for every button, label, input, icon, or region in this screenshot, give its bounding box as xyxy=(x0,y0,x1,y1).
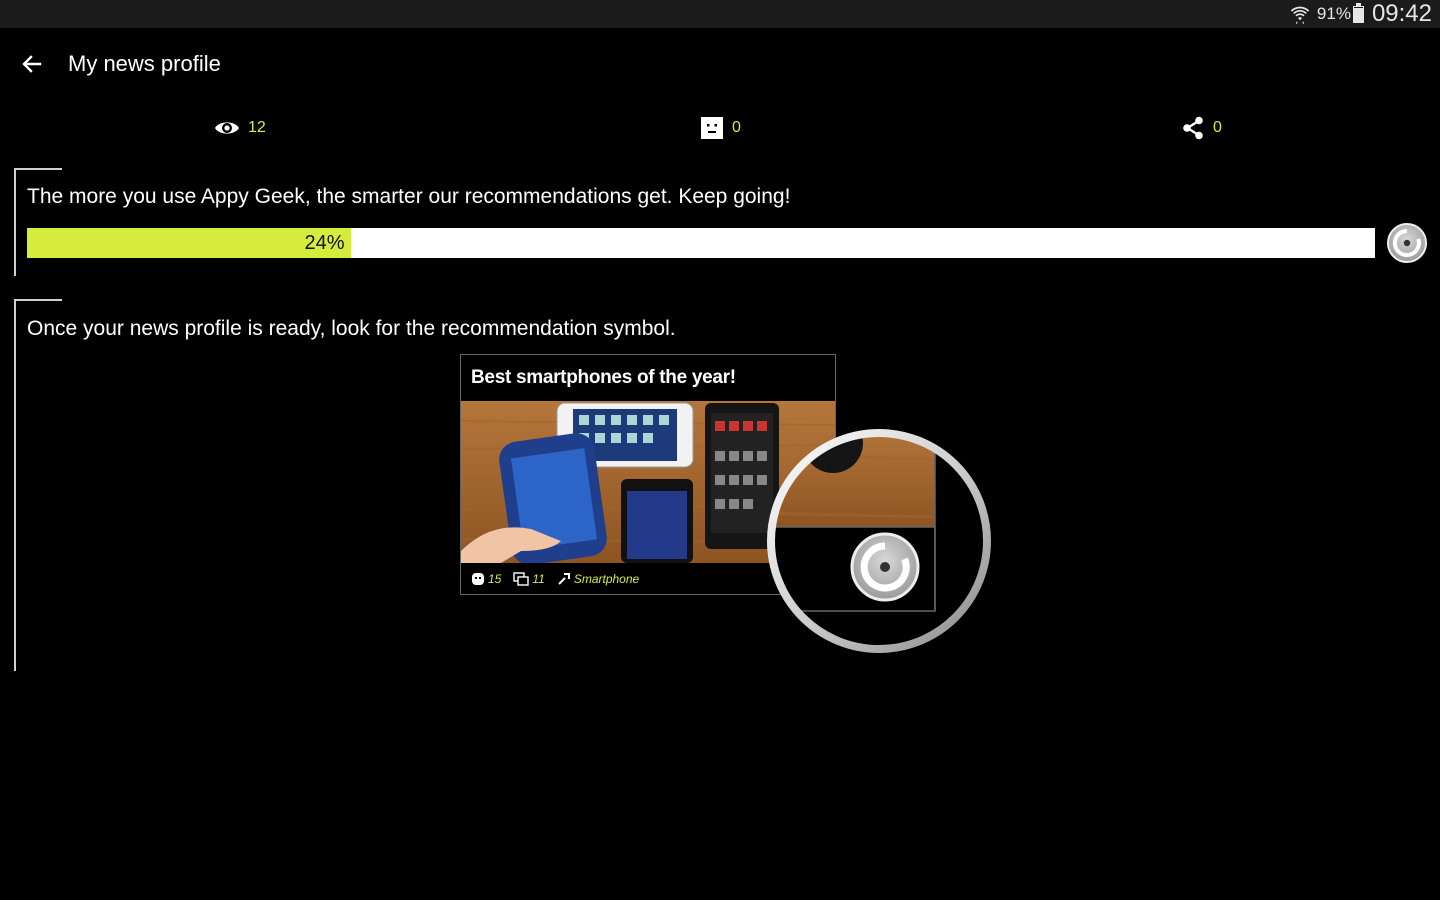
profile-progress-bar: 24% xyxy=(27,228,1375,258)
comment-bubbles-icon xyxy=(513,572,530,586)
smiley-icon xyxy=(472,573,484,585)
battery-percentage: 91% xyxy=(1316,4,1351,23)
stats-row: 12 0 0 xyxy=(0,108,1440,148)
views-count: 12 xyxy=(248,119,266,136)
shares-count: 0 xyxy=(1213,119,1222,136)
card-corner xyxy=(14,168,62,170)
recommendation-icon[interactable] xyxy=(1386,222,1428,264)
profile-progress-card: The more you use Appy Geek, the smarter … xyxy=(14,168,1434,276)
comments-group: 11 xyxy=(513,572,545,586)
progress-message: The more you use Appy Geek, the smarter … xyxy=(27,185,791,208)
likes-count: 15 xyxy=(488,572,502,586)
wifi-icon xyxy=(1290,6,1310,24)
status-bar: 91% 09:42 xyxy=(0,0,1440,28)
comments-stat[interactable]: 0 xyxy=(700,108,741,148)
shares-stat[interactable]: 0 xyxy=(1181,108,1222,148)
likes-group: 15 xyxy=(471,572,501,586)
tag-icon xyxy=(558,573,570,585)
comments-count: 0 xyxy=(732,119,741,136)
recommendation-symbol-card: Once your news profile is ready, look fo… xyxy=(14,299,1434,671)
eye-icon xyxy=(215,122,239,134)
category-group: Smartphone xyxy=(557,572,639,586)
progress-fill: 24% xyxy=(27,228,351,258)
symbol-message: Once your news profile is ready, look fo… xyxy=(27,317,676,340)
battery-icon xyxy=(1352,2,1364,23)
progress-label: 24% xyxy=(304,231,345,254)
example-article-title: Best smartphones of the year! xyxy=(471,367,736,388)
comment-icon xyxy=(701,117,723,139)
page-title: My news profile xyxy=(68,51,221,76)
back-button[interactable] xyxy=(0,28,64,100)
app-bar: My news profile xyxy=(0,28,1440,100)
example-article-meta: 15 11 Smartphone xyxy=(471,570,645,588)
card-corner xyxy=(14,299,62,301)
clock: 09:42 xyxy=(1371,0,1432,27)
arrow-left-icon xyxy=(22,55,42,73)
magnifier-illustration xyxy=(767,429,991,653)
comments-count-preview: 11 xyxy=(532,572,545,586)
views-stat[interactable]: 12 xyxy=(214,108,266,148)
share-icon xyxy=(1183,116,1203,140)
category-label: Smartphone xyxy=(573,572,640,586)
